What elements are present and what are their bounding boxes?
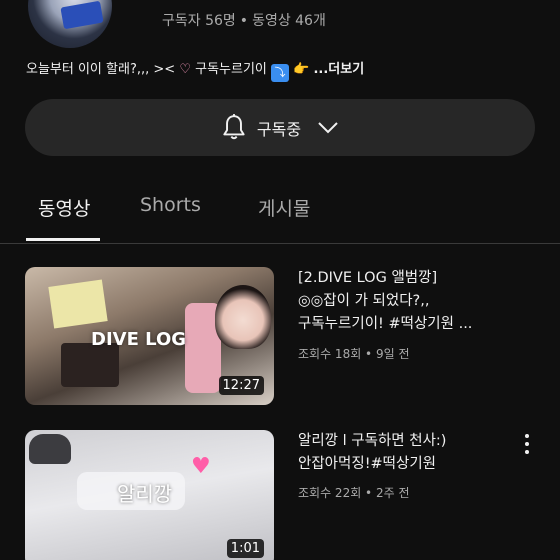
chevron-down-icon (318, 121, 338, 133)
subscriber-count: 구독자 56명 (162, 13, 236, 29)
description-text-2: 구독누르기이 (195, 62, 267, 77)
thumb-paw-shape (29, 434, 71, 464)
video-thumbnail[interactable]: DIVE LOG 12:27 (25, 267, 274, 405)
video-item[interactable]: DIVE LOG 12:27 [2.DIVE LOG 앨범깡] ◎◎잡이 가 되… (25, 267, 535, 407)
video-thumbnail[interactable]: 알리깡 ♥ 1:01 (25, 430, 274, 560)
heart-emoji-icon: ♡ (179, 62, 191, 77)
active-tab-indicator (26, 238, 100, 241)
video-duration: 12:27 (218, 376, 264, 395)
heart-sticker-icon: ♥ (191, 454, 211, 479)
pointing-hand-emoji-icon: 👉 (293, 62, 310, 77)
video-meta: 조회수 22회 • 2주 전 (298, 486, 410, 500)
video-title[interactable]: [2.DIVE LOG 앨범깡] ◎◎잡이 가 되었다?,, 구독누르기이! #… (298, 267, 508, 336)
subscribed-button[interactable]: 구독중 (25, 99, 535, 156)
video-title-line: 알리깡 l 구독하면 천사:) (298, 433, 447, 449)
thumb-note-shape (48, 279, 108, 329)
tab-shorts[interactable]: Shorts (140, 194, 201, 216)
thumbnail-overlay-text: DIVE LOG (91, 329, 187, 350)
video-item[interactable]: 알리깡 ♥ 1:01 알리깡 l 구독하면 천사:) 안잡아먹징!#떡상기원 조… (25, 430, 535, 560)
channel-stats: 구독자 56명 • 동영상 46개 (162, 10, 326, 30)
thumb-person-shape (215, 285, 271, 349)
video-title-line: ◎◎잡이 가 되었다?,, (298, 293, 430, 309)
channel-tabs: 동영상 Shorts 게시물 (0, 180, 560, 244)
video-count: 동영상 46개 (252, 13, 326, 29)
video-title-line: [2.DIVE LOG 앨범깡] (298, 270, 438, 286)
stats-separator: • (239, 13, 249, 29)
avatar-card-shape (60, 0, 104, 30)
channel-avatar[interactable] (28, 0, 112, 48)
subscribed-label: 구독중 (256, 119, 302, 139)
tab-videos[interactable]: 동영상 (38, 194, 90, 221)
channel-description[interactable]: 오늘부터 이이 할래?,,, >< ♡ 구독누르기이 ⤵ 👉 ...더보기 (26, 58, 364, 82)
video-title[interactable]: 알리깡 l 구독하면 천사:) 안잡아먹징!#떡상기원 (298, 430, 508, 476)
tab-posts[interactable]: 게시물 (258, 194, 310, 221)
video-duration: 1:01 (226, 539, 264, 558)
video-meta: 조회수 18회 • 9일 전 (298, 347, 410, 361)
more-options-icon[interactable] (521, 434, 533, 456)
video-title-line: 안잡아먹징!#떡상기원 (298, 456, 437, 472)
thumbnail-overlay-text: 알리깡 (117, 482, 173, 506)
bell-icon (223, 113, 245, 139)
more-link[interactable]: ...더보기 (313, 62, 364, 77)
arrow-down-emoji-icon: ⤵ (271, 64, 290, 82)
video-title-line: 구독누르기이! #떡상기원 ... (298, 316, 473, 332)
description-text-1: 오늘부터 이이 할래?,,, >< (26, 62, 176, 77)
